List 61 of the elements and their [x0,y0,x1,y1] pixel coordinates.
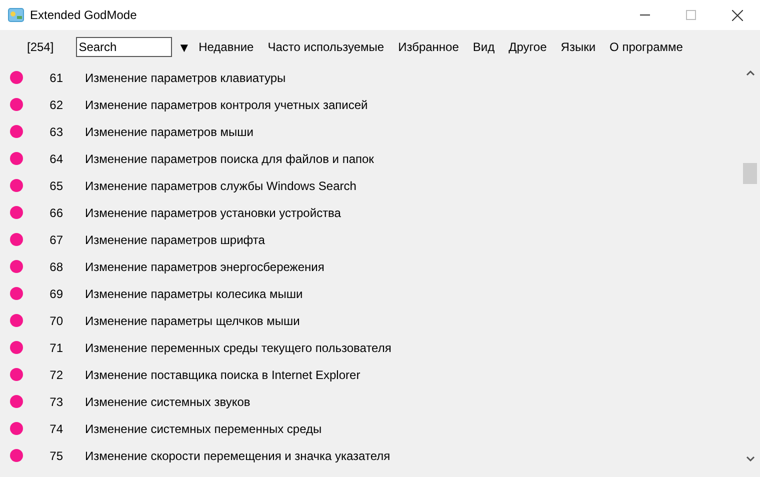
scroll-down-icon[interactable] [746,456,754,462]
item-label[interactable]: Изменение параметры щелчков мыши [85,314,300,328]
item-number: 66 [48,206,63,220]
menu-item[interactable]: Другое [508,40,547,54]
item-number: 68 [48,260,63,274]
menu-item[interactable]: О программе [610,40,683,54]
item-label[interactable]: Изменение параметров контроля учетных записей [85,98,368,112]
status-dot [10,260,23,273]
status-dot [10,98,23,111]
status-dot [10,287,23,300]
app-icon [8,7,24,23]
item-number: 74 [48,422,63,436]
item-label[interactable]: Изменение системных звуков [85,394,250,408]
item-label[interactable]: Изменение параметров поиска для файлов и папок [85,152,374,166]
item-label[interactable]: Изменение параметров установки устройства [85,206,341,220]
status-dot [10,179,23,192]
dropdown-arrow[interactable]: ▼ [178,40,191,54]
item-label[interactable]: Изменение поставщика поиска в Internet Explorer [85,368,360,382]
menu-item[interactable]: Вид [472,40,495,54]
status-dot [10,314,23,327]
menu-item[interactable]: Недавние [198,40,254,54]
status-dot [10,206,23,219]
item-label[interactable]: Изменение скорости перемещения и значка указателя [85,448,390,462]
item-number: 64 [48,152,63,166]
status-dot [10,71,23,84]
item-number: 69 [48,286,63,300]
item-count: [254] [27,40,54,54]
item-label[interactable]: Изменение параметры колесика мыши [85,286,303,300]
status-dot [10,449,23,462]
scroll-up-icon[interactable] [746,70,754,76]
item-number: 72 [48,368,63,382]
item-label[interactable]: Изменение параметров клавиатуры [85,70,286,84]
status-dot [10,422,23,435]
item-label[interactable]: Изменение параметров шрифта [85,232,265,246]
status-dot [10,125,23,138]
item-label[interactable]: Изменение параметров службы Windows Search [85,178,356,192]
close-icon[interactable] [732,10,742,20]
scroll-thumb[interactable] [743,163,757,184]
search-field[interactable]: Search [76,37,172,57]
item-label[interactable]: Изменение параметров энергосбережения [85,260,324,274]
item-label[interactable]: Изменение переменных среды текущего пользователя [85,340,392,354]
item-number: 63 [48,124,63,138]
menu-item[interactable]: Избранное [398,40,459,54]
status-dot [10,395,23,408]
item-number: 73 [48,394,63,408]
menu-item[interactable]: Часто используемые [268,40,384,54]
status-dot [10,152,23,165]
window-title: Extended GodMode [30,8,137,22]
item-number: 75 [48,448,63,462]
status-dot [10,368,23,381]
item-number: 61 [48,70,63,84]
item-label[interactable]: Изменение параметров мыши [85,124,254,138]
menu-item[interactable]: Языки [560,40,596,54]
status-dot [10,341,23,354]
item-number: 71 [48,340,63,354]
item-number: 65 [48,178,63,192]
item-label[interactable]: Изменение системных переменных среды [85,422,322,436]
item-number: 67 [48,232,63,246]
item-number: 62 [48,98,63,112]
item-number: 70 [48,314,63,328]
status-dot [10,233,23,246]
